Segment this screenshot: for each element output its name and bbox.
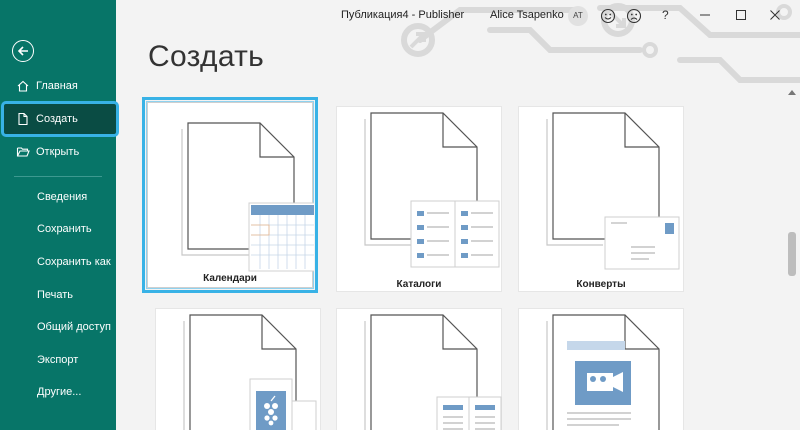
- sidebar-item-label: Открыть: [36, 146, 80, 158]
- sidebar-item-new[interactable]: Создать: [1, 101, 119, 137]
- calendar-thumbnail-icon: [181, 122, 314, 272]
- template-card-catalogs[interactable]: Каталоги: [336, 106, 502, 292]
- vertical-scrollbar[interactable]: [784, 86, 800, 430]
- account-name[interactable]: Alice Tsapenko: [490, 9, 564, 21]
- help-icon[interactable]: ?: [662, 8, 669, 22]
- back-arrow-icon[interactable]: [12, 40, 34, 62]
- sidebar-item-open[interactable]: Открыть: [0, 137, 116, 167]
- sidebar-item-home[interactable]: Главная: [0, 71, 116, 101]
- newsletter-thumbnail-icon: [364, 314, 502, 430]
- sidebar-item-more[interactable]: Другие...: [0, 377, 116, 407]
- sidebar-item-share[interactable]: Общий доступ: [0, 312, 116, 342]
- new-document-icon: [16, 112, 30, 126]
- maximize-icon[interactable]: [734, 8, 748, 22]
- scroll-up-arrow-icon[interactable]: [788, 90, 796, 95]
- catalog-thumbnail-icon: [364, 112, 500, 268]
- sidebar-item-label: Сохранить как: [37, 256, 111, 268]
- sidebar-item-label: Другие...: [37, 386, 82, 398]
- sidebar-item-label: Главная: [36, 80, 78, 92]
- video-flyer-thumbnail-icon: [546, 314, 660, 430]
- template-card-4[interactable]: [155, 308, 321, 430]
- sidebar-item-label: Сохранить: [37, 223, 92, 235]
- template-label: Календари: [203, 273, 257, 284]
- template-card-calendars[interactable]: Календари: [142, 97, 318, 293]
- sidebar-item-label: Печать: [37, 289, 74, 301]
- sidebar-item-label: Сведения: [37, 191, 88, 203]
- backstage-sidebar: Главная Создать Открыть Сведения Сохрани…: [0, 0, 119, 430]
- greeting-card-thumbnail-icon: [183, 314, 317, 430]
- template-card-6[interactable]: [518, 308, 684, 430]
- sidebar-item-info[interactable]: Сведения: [0, 182, 116, 212]
- sidebar-divider: [14, 176, 102, 177]
- sidebar-item-label: Экспорт: [37, 354, 79, 366]
- scroll-thumb[interactable]: [788, 232, 796, 276]
- avatar[interactable]: AT: [568, 6, 588, 26]
- close-icon[interactable]: [768, 8, 782, 22]
- window-title: Публикация4 - Publisher: [341, 9, 465, 21]
- template-label: Каталоги: [396, 279, 442, 290]
- home-icon: [16, 79, 30, 93]
- template-card-envelopes[interactable]: Конверты: [518, 106, 684, 292]
- template-card-5[interactable]: [336, 308, 502, 430]
- sidebar-item-label: Создать: [36, 113, 78, 125]
- sidebar-item-save[interactable]: Сохранить: [0, 214, 116, 244]
- sidebar-item-export[interactable]: Экспорт: [0, 345, 116, 375]
- open-folder-icon: [16, 145, 30, 159]
- title-bar: Публикация4 - Publisher Alice Tsapenko A…: [116, 0, 800, 32]
- frown-feedback-icon[interactable]: [626, 8, 642, 24]
- sidebar-item-print[interactable]: Печать: [0, 280, 116, 310]
- smile-feedback-icon[interactable]: [600, 8, 616, 24]
- envelope-thumbnail-icon: [546, 112, 680, 270]
- template-label: Конверты: [576, 279, 626, 290]
- page-title: Создать: [148, 40, 265, 73]
- sidebar-item-label: Общий доступ: [37, 321, 111, 333]
- minimize-icon[interactable]: [698, 8, 712, 22]
- sidebar-item-save-as[interactable]: Сохранить как: [0, 247, 116, 277]
